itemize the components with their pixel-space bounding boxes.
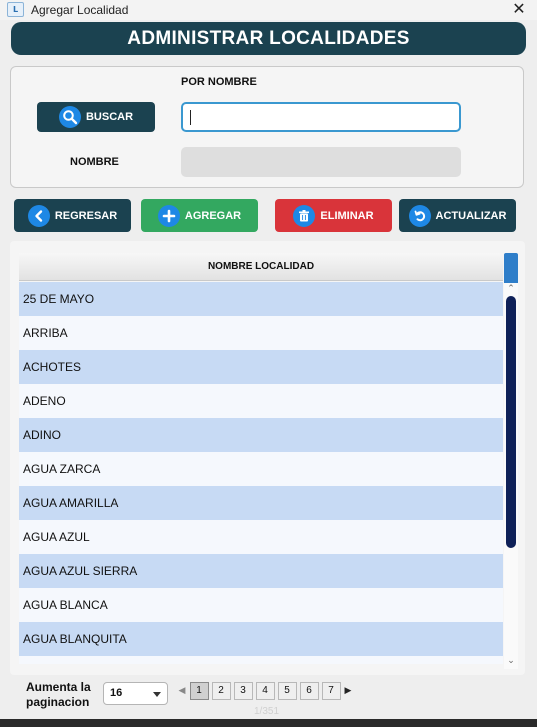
- refresh-button-label: ACTUALIZAR: [435, 209, 507, 222]
- window-title: Agregar Localidad: [31, 3, 129, 17]
- table-row[interactable]: 25 DE MAYO: [19, 282, 503, 316]
- search-input[interactable]: [181, 102, 461, 132]
- back-button[interactable]: REGRESAR: [14, 199, 131, 232]
- page-title: ADMINISTRAR LOCALIDADES: [11, 22, 526, 55]
- refresh-button[interactable]: ACTUALIZAR: [399, 199, 516, 232]
- page-button-3[interactable]: 3: [233, 681, 253, 700]
- add-button[interactable]: AGREGAR: [141, 199, 258, 232]
- by-name-label: POR NOMBRE: [181, 76, 257, 88]
- delete-button[interactable]: ELIMINAR: [275, 199, 392, 232]
- vertical-scrollbar[interactable]: ⌃ ⌄: [504, 253, 518, 669]
- column-header-nombre-localidad[interactable]: NOMBRE LOCALIDAD: [19, 253, 503, 281]
- next-page-icon[interactable]: ▶: [342, 686, 354, 696]
- scrollbar-thumb[interactable]: [506, 296, 516, 548]
- scroll-down-icon[interactable]: ⌄: [504, 655, 518, 667]
- page-size-label: Aumenta la paginacion: [26, 680, 98, 710]
- page-size-select[interactable]: 16: [103, 682, 168, 705]
- search-button-label: BUSCAR: [85, 111, 134, 123]
- text-caret: [190, 110, 191, 125]
- chevron-down-icon: [153, 692, 161, 697]
- pagination: ◀ 1 2 3 4 5 6 7 ▶: [176, 681, 354, 700]
- page-button-6[interactable]: 6: [299, 681, 319, 700]
- close-icon[interactable]: ✕: [509, 0, 529, 20]
- page-button-7[interactable]: 7: [321, 681, 341, 700]
- window-titlebar: L Agregar Localidad ✕: [0, 0, 537, 20]
- scroll-up-icon[interactable]: ⌃: [504, 283, 518, 295]
- localities-table: NOMBRE LOCALIDAD 25 DE MAYO ARRIBA ACHOT…: [10, 241, 525, 675]
- scrollbar-corner: [504, 253, 518, 283]
- taskbar-strip: [0, 719, 537, 727]
- table-row[interactable]: ARRIBA: [19, 316, 503, 350]
- table-row[interactable]: AGUA BLANCA: [19, 588, 503, 622]
- table-row[interactable]: AGUA BLANQUITA: [19, 622, 503, 656]
- refresh-icon: [408, 204, 431, 227]
- page-button-5[interactable]: 5: [277, 681, 297, 700]
- plus-icon: [157, 204, 180, 227]
- table-row[interactable]: AGUA AZUL SIERRA: [19, 554, 503, 588]
- table-row[interactable]: [19, 656, 503, 664]
- search-button[interactable]: BUSCAR: [37, 102, 155, 132]
- page-button-2[interactable]: 2: [211, 681, 231, 700]
- magnifier-icon: [58, 106, 81, 128]
- delete-button-label: ELIMINAR: [320, 209, 374, 222]
- back-button-label: REGRESAR: [54, 209, 118, 222]
- page-size-value: 16: [110, 687, 123, 699]
- table-row[interactable]: ADINO: [19, 418, 503, 452]
- prev-page-icon[interactable]: ◀: [176, 686, 188, 696]
- table-row[interactable]: AGUA AMARILLA: [19, 486, 503, 520]
- page-size-label-line1: Aumenta la: [26, 680, 91, 694]
- table-row[interactable]: ADENO: [19, 384, 503, 418]
- table-body: 25 DE MAYO ARRIBA ACHOTES ADENO ADINO AG…: [19, 282, 503, 664]
- add-button-label: AGREGAR: [184, 209, 242, 222]
- app-icon: L: [7, 2, 24, 17]
- page-size-label-line2: paginacion: [26, 695, 90, 709]
- chevron-left-icon: [27, 204, 50, 227]
- trash-icon: [293, 204, 316, 227]
- search-panel: POR NOMBRE BUSCAR NOMBRE: [10, 66, 524, 188]
- page-button-4[interactable]: 4: [255, 681, 275, 700]
- name-field: [181, 147, 461, 177]
- page-button-1[interactable]: 1: [189, 681, 209, 700]
- table-row[interactable]: AGUA ZARCA: [19, 452, 503, 486]
- table-row[interactable]: ACHOTES: [19, 350, 503, 384]
- page-indicator: 1/351: [254, 706, 280, 717]
- name-label: NOMBRE: [70, 156, 119, 168]
- table-row[interactable]: AGUA AZUL: [19, 520, 503, 554]
